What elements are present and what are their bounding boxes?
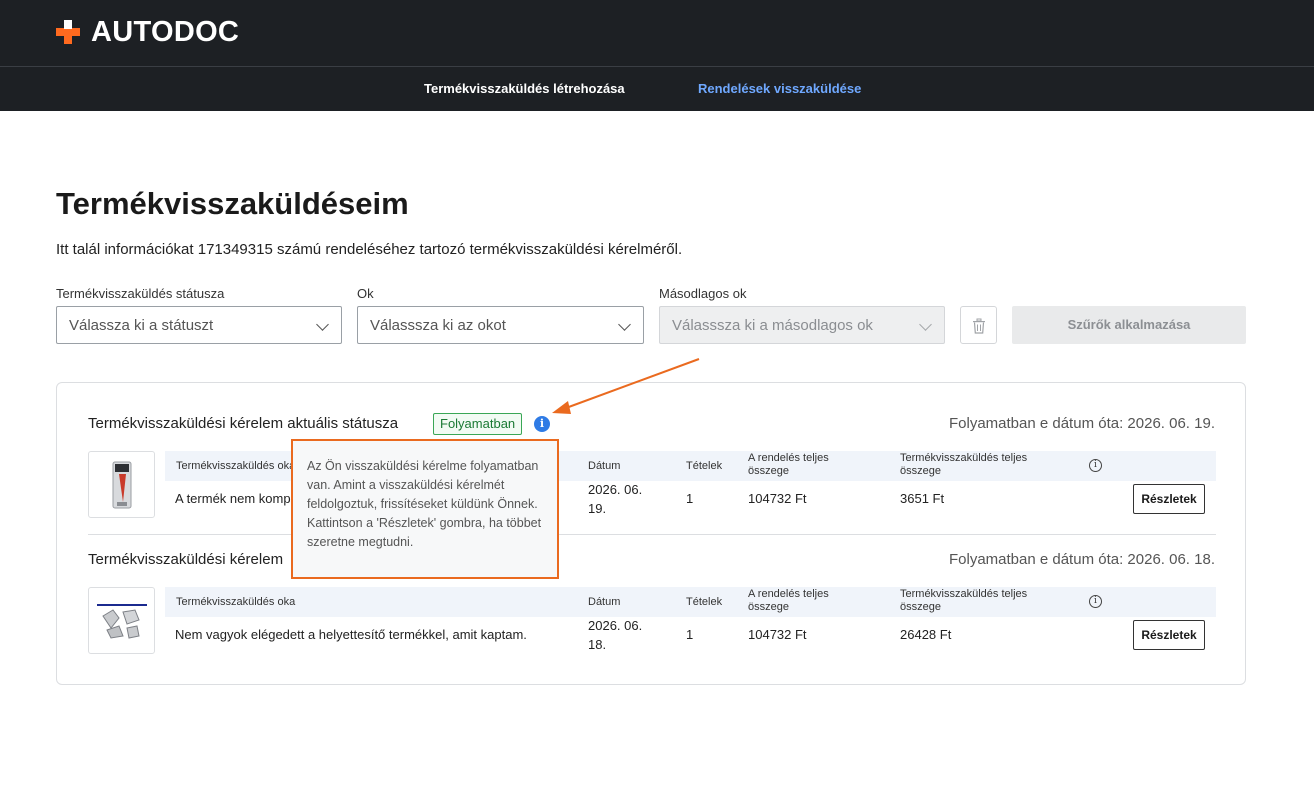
logo-plus-icon: [56, 20, 80, 44]
reason-filter-value: Válasssza ki az okot: [370, 317, 506, 334]
header-date: Dátum: [588, 460, 621, 472]
header-items: Tételek: [686, 596, 723, 608]
nav-order-returns[interactable]: Rendelések visszaküldése: [698, 81, 861, 96]
divider: [88, 534, 1216, 535]
logo-text: AUTODOC: [91, 16, 240, 48]
header-return-total: Termékvisszaküldés teljes összege: [900, 452, 1028, 477]
clear-filters-button[interactable]: [960, 306, 997, 344]
status-badge: Folyamatban: [433, 413, 523, 435]
status-filter-value: Válassza ki a státuszt: [69, 317, 214, 334]
header-items: Tételek: [686, 460, 723, 472]
product-thumbnail[interactable]: [88, 451, 155, 518]
sub-navigation: Termékvisszaküldés létrehozása Rendelése…: [0, 66, 1314, 111]
autodoc-logo[interactable]: AUTODOC: [56, 17, 239, 47]
header-reason: Termékvisszaküldés oka: [176, 596, 296, 608]
product-thumbnail[interactable]: [88, 587, 155, 654]
reason-filter-label: Ok: [357, 286, 374, 301]
return-total: 26428 Ft: [900, 627, 952, 642]
page-intro: Itt talál információkat 171349315 számú …: [56, 241, 683, 258]
order-total: 104732 Ft: [748, 491, 807, 506]
secondary-filter-select[interactable]: Válasssza ki a másodlagos ok: [659, 306, 945, 344]
product-image: [112, 461, 132, 509]
status-tooltip: Az Ön visszaküldési kérelme folyamatban …: [291, 439, 559, 579]
apply-filters-button[interactable]: Szűrők alkalmazása: [1012, 306, 1246, 344]
secondary-filter-value: Válasssza ki a másodlagos ok: [672, 317, 873, 334]
top-bar: AUTODOC: [0, 0, 1314, 66]
return-status-label: Termékvisszaküldési kérelem aktuális stá…: [88, 415, 399, 432]
return-date: 2026. 06. 18.: [588, 618, 643, 652]
status-since: Folyamatban e dátum óta: 2026. 06. 18.: [948, 551, 1215, 568]
trash-icon: [973, 318, 985, 334]
header-order-total: A rendelés teljes összege: [748, 588, 829, 613]
header-order-total: A rendelés teljes összege: [748, 452, 829, 477]
status-filter-select[interactable]: Válassza ki a státuszt: [56, 306, 342, 344]
return-date: 2026. 06. 19.: [588, 482, 643, 516]
return-items: 1: [686, 627, 694, 642]
returns-card: Termékvisszaküldési kérelem aktuális stá…: [56, 382, 1246, 685]
order-total: 104732 Ft: [748, 627, 807, 642]
details-button[interactable]: Részletek: [1133, 484, 1205, 514]
page-title: Termékvisszaküldéseim: [56, 186, 409, 221]
status-filter-label: Termékvisszaküldés státusza: [56, 286, 225, 301]
details-button[interactable]: Részletek: [1133, 620, 1205, 650]
chevron-down-icon: [316, 318, 329, 331]
return-total: 3651 Ft: [900, 491, 945, 506]
return-items: 1: [686, 491, 694, 506]
info-icon[interactable]: i: [1089, 595, 1102, 608]
return-reason: A termék nem komp: [175, 491, 291, 506]
reason-filter-select[interactable]: Válasssza ki az okot: [357, 306, 644, 344]
return-table-header: Termékvisszaküldés oka Dátum Tételek A r…: [165, 587, 1216, 617]
return-reason: Nem vagyok elégedett a helyettesítő term…: [175, 627, 527, 642]
return-status-label: Termékvisszaküldési kérelem: [88, 551, 284, 568]
header-reason: Termékvisszaküldés oka: [176, 460, 296, 472]
secondary-filter-label: Másodlagos ok: [659, 286, 747, 301]
info-icon[interactable]: i: [1089, 459, 1102, 472]
header-return-total: Termékvisszaküldés teljes összege: [900, 588, 1028, 613]
product-image: [97, 604, 147, 639]
nav-create-return[interactable]: Termékvisszaküldés létrehozása: [424, 81, 625, 96]
chevron-down-icon: [618, 318, 631, 331]
chevron-down-icon: [919, 318, 932, 331]
header-date: Dátum: [588, 596, 621, 608]
status-since: Folyamatban e dátum óta: 2026. 06. 19.: [948, 415, 1215, 432]
info-icon[interactable]: i: [534, 416, 550, 432]
